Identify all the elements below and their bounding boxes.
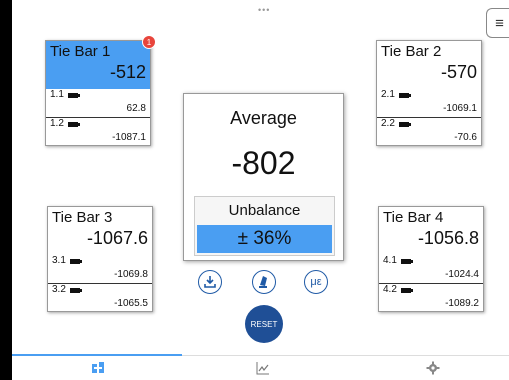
- sensor-row: 3.2 -1065.5: [48, 283, 152, 311]
- sensor-row: 1.2 -1087.1: [46, 117, 150, 145]
- tie-bar-header: Tie Bar 4 -1056.8: [379, 207, 483, 255]
- tab-settings[interactable]: [425, 360, 441, 376]
- sensor-value: -1089.2: [445, 298, 479, 309]
- menu-button[interactable]: ≡: [486, 8, 509, 38]
- battery-icon: [398, 92, 411, 98]
- sensor-value: -1069.8: [114, 269, 148, 280]
- sensor-row: 2.2 -70.6: [377, 117, 481, 145]
- unbalance-label: Unbalance: [228, 202, 301, 219]
- active-tab-indicator: [12, 354, 182, 356]
- sensor-row: 4.1 -1024.4: [379, 255, 483, 283]
- chart-icon: [256, 362, 269, 375]
- sensor-value: -70.6: [454, 132, 477, 143]
- average-panel: Average -802 Unbalance ± 36%: [183, 93, 344, 261]
- sensor-id: 2.2: [381, 118, 395, 129]
- tab-chart[interactable]: [255, 360, 271, 376]
- sensor-icon: [259, 276, 267, 288]
- average-value: -802: [231, 145, 296, 181]
- unbalance-value: ± 36%: [197, 225, 332, 253]
- app-screen: ••• ≡ Tie Bar 1 -512 1 1.1 62.8 1.2 -108…: [12, 0, 509, 380]
- sensor-id: 4.1: [383, 255, 397, 266]
- sensor-id: 1.2: [50, 118, 64, 129]
- tie-bar-header: Tie Bar 1 -512: [46, 41, 150, 89]
- tie-bar-card-4[interactable]: Tie Bar 4 -1056.8 4.1 -1024.4 4.2 -1089.…: [378, 206, 484, 312]
- sensor-row: 3.1 -1069.8: [48, 255, 152, 283]
- tie-bar-card-1[interactable]: Tie Bar 1 -512 1 1.1 62.8 1.2 -1087.1: [45, 35, 156, 146]
- sensor-id: 1.1: [50, 89, 64, 100]
- strain-unit-label: με: [310, 276, 322, 288]
- sensor-row: 1.1 62.8: [46, 89, 150, 117]
- sensor-value: -1024.4: [445, 269, 479, 280]
- average-label: Average: [230, 108, 297, 128]
- tab-tie-bars[interactable]: [90, 360, 106, 376]
- download-button[interactable]: [198, 270, 222, 294]
- tie-bar-header: Tie Bar 2 -570: [377, 41, 481, 89]
- tie-bar-value: -1067.6: [86, 228, 148, 248]
- notification-badge: 1: [142, 35, 156, 49]
- gear-icon: [426, 361, 440, 375]
- sensor-value: -1065.5: [114, 298, 148, 309]
- tie-bar-card-3[interactable]: Tie Bar 3 -1067.6 3.1 -1069.8 3.2 -1065.…: [47, 206, 153, 312]
- tie-bar-value: -512: [109, 62, 146, 82]
- battery-icon: [67, 92, 80, 98]
- tie-bar-name: Tie Bar 2: [381, 43, 442, 60]
- sensor-id: 2.1: [381, 89, 395, 100]
- strain-unit-button[interactable]: με: [304, 270, 328, 294]
- battery-icon: [67, 121, 80, 127]
- download-icon: [204, 276, 216, 288]
- tie-bar-name: Tie Bar 4: [383, 209, 444, 226]
- hamburger-icon: ≡: [495, 14, 504, 32]
- battery-icon: [69, 258, 82, 264]
- drag-handle-icon[interactable]: •••: [258, 6, 270, 15]
- battery-icon: [400, 258, 413, 264]
- battery-icon: [69, 287, 82, 293]
- sensor-id: 3.1: [52, 255, 66, 266]
- tie-bar-icon: [92, 362, 104, 373]
- tie-bar-name: Tie Bar 1: [50, 43, 111, 60]
- unbalance-box: Unbalance ± 36%: [194, 196, 335, 256]
- reset-button[interactable]: RESET: [245, 305, 283, 343]
- sensor-id: 4.2: [383, 284, 397, 295]
- sensor-value: -1087.1: [112, 132, 146, 143]
- sensor-button[interactable]: [252, 270, 276, 294]
- tie-bar-card-2[interactable]: Tie Bar 2 -570 2.1 -1069.1 2.2 -70.6: [376, 40, 482, 146]
- reset-label: RESET: [250, 319, 278, 329]
- tie-bar-value: -570: [440, 62, 477, 82]
- sensor-row: 4.2 -1089.2: [379, 283, 483, 311]
- tie-bar-header: Tie Bar 3 -1067.6: [48, 207, 152, 255]
- tie-bar-name: Tie Bar 3: [52, 209, 113, 226]
- sensor-id: 3.2: [52, 284, 66, 295]
- sensor-value: 62.8: [126, 103, 146, 114]
- battery-icon: [398, 121, 411, 127]
- sensor-row: 2.1 -1069.1: [377, 89, 481, 117]
- tie-bar-value: -1056.8: [417, 228, 479, 248]
- sensor-value: -1069.1: [443, 103, 477, 114]
- battery-icon: [400, 287, 413, 293]
